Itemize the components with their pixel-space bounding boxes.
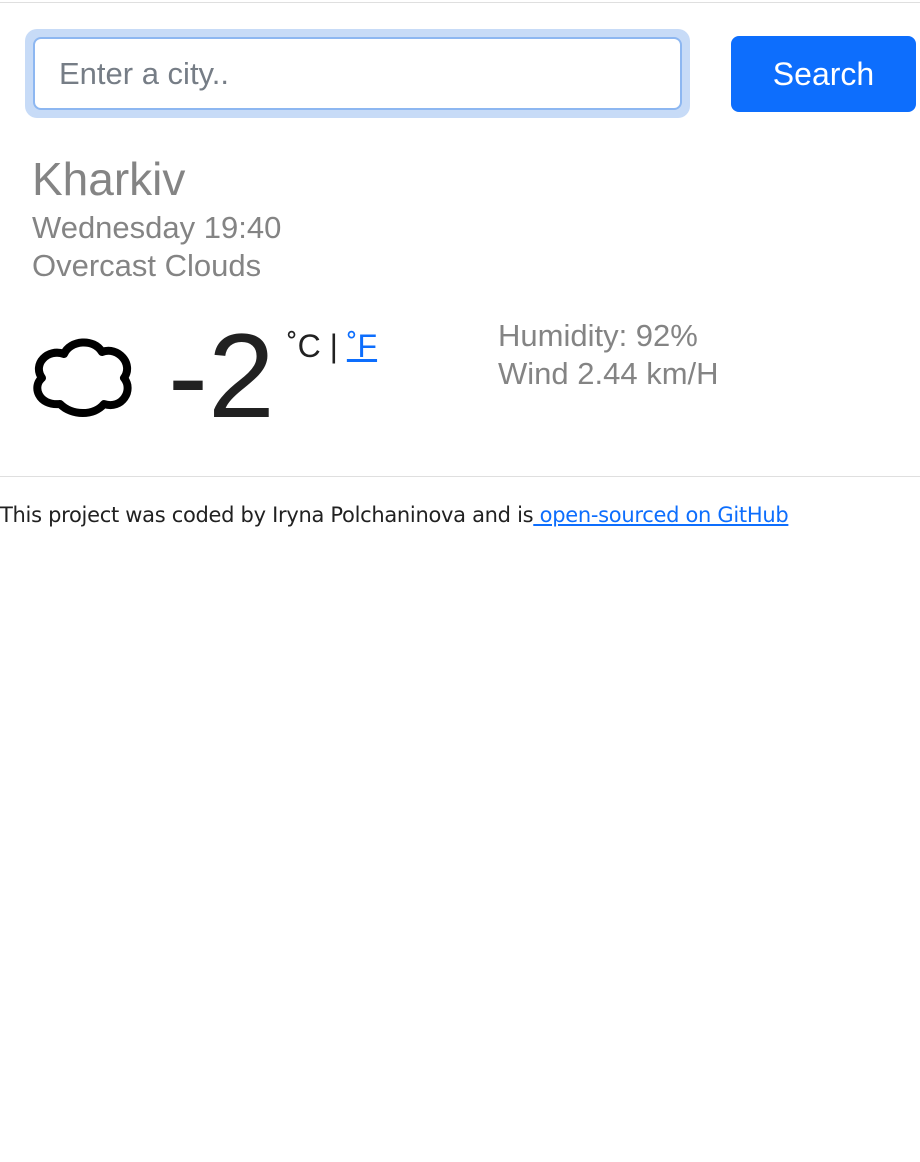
- weather-description: Overcast Clouds: [32, 248, 262, 283]
- search-button[interactable]: Search: [731, 36, 916, 112]
- date-time: Wednesday 19:40: [32, 210, 282, 245]
- fahrenheit-link[interactable]: ˚F: [347, 328, 377, 364]
- search-input[interactable]: [33, 37, 682, 110]
- cloud-icon: [33, 338, 132, 417]
- wind-value: Wind 2.44 km/H: [498, 356, 719, 391]
- search-input-focus-ring: [25, 29, 690, 118]
- unit-separator: |: [320, 328, 347, 364]
- github-link[interactable]: open-sourced on GitHub: [533, 503, 789, 527]
- humidity-value: Humidity: 92%: [498, 318, 698, 353]
- temperature-value: -2: [168, 309, 275, 443]
- footer-text: This project was coded by Iryna Polchani…: [0, 503, 534, 527]
- unit-switcher: ˚C | ˚F: [287, 328, 377, 365]
- celsius-unit: ˚C: [287, 328, 321, 364]
- footer: This project was coded by Iryna Polchani…: [0, 503, 789, 527]
- city-name: Kharkiv: [32, 153, 186, 205]
